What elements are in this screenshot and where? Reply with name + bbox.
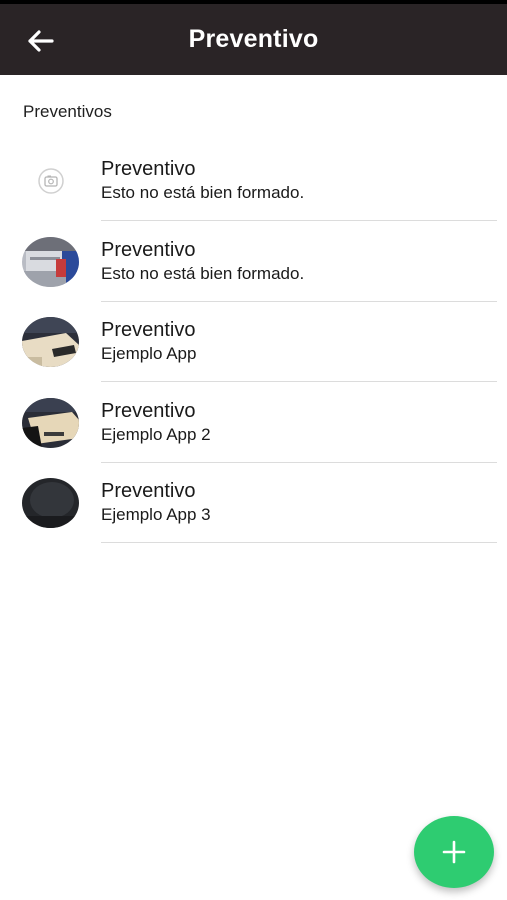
list-item-title: Preventivo [101, 480, 196, 502]
preventivos-list: Preventivo Esto no está bien formado. Pr… [0, 140, 507, 543]
list-item-text: Preventivo Ejemplo App [101, 318, 497, 382]
list-item-subtitle: Esto no está bien formado. [101, 263, 305, 283]
photo-thumbnail [22, 317, 79, 367]
section-title: Preventivos [23, 102, 112, 121]
list-item-subtitle: Esto no está bien formado. [101, 183, 305, 202]
page-title: Preventivo [188, 25, 319, 53]
list-item[interactable]: Preventivo Ejemplo App 2 [0, 382, 507, 463]
list-item-subtitle: Ejemplo App 2 [101, 424, 211, 444]
list-item-title: Preventivo [101, 319, 196, 341]
broken-image-icon [22, 156, 79, 206]
list-item[interactable]: Preventivo Esto no está bien formado. [0, 140, 507, 221]
photo-thumbnail [22, 236, 79, 287]
list-item-text: Preventivo Esto no está bien formado. [101, 238, 497, 302]
photo-thumbnail [22, 397, 79, 448]
list-item-title: Preventivo [101, 399, 196, 422]
list-item-text: Preventivo Ejemplo App 2 [101, 399, 497, 463]
list-item[interactable]: Preventivo Ejemplo App [0, 301, 507, 382]
list-item-title: Preventivo [101, 238, 196, 261]
list-item-title: Preventivo [101, 158, 196, 180]
plus-icon [442, 840, 466, 864]
add-button[interactable] [414, 816, 494, 888]
app-bar: Preventivo [0, 0, 507, 75]
list-item-text: Preventivo Ejemplo App 3 [101, 479, 497, 543]
list-item[interactable]: Preventivo Ejemplo App 3 [0, 462, 507, 543]
app-screen: Preventivo Preventivos Preventivo Esto n… [0, 0, 507, 900]
list-item-text: Preventivo Esto no está bien formado. [101, 157, 497, 221]
list-item[interactable]: Preventivo Esto no está bien formado. [0, 221, 507, 302]
list-item-subtitle: Ejemplo App 3 [101, 505, 211, 524]
photo-thumbnail [22, 478, 79, 528]
list-item-subtitle: Ejemplo App [101, 344, 197, 363]
